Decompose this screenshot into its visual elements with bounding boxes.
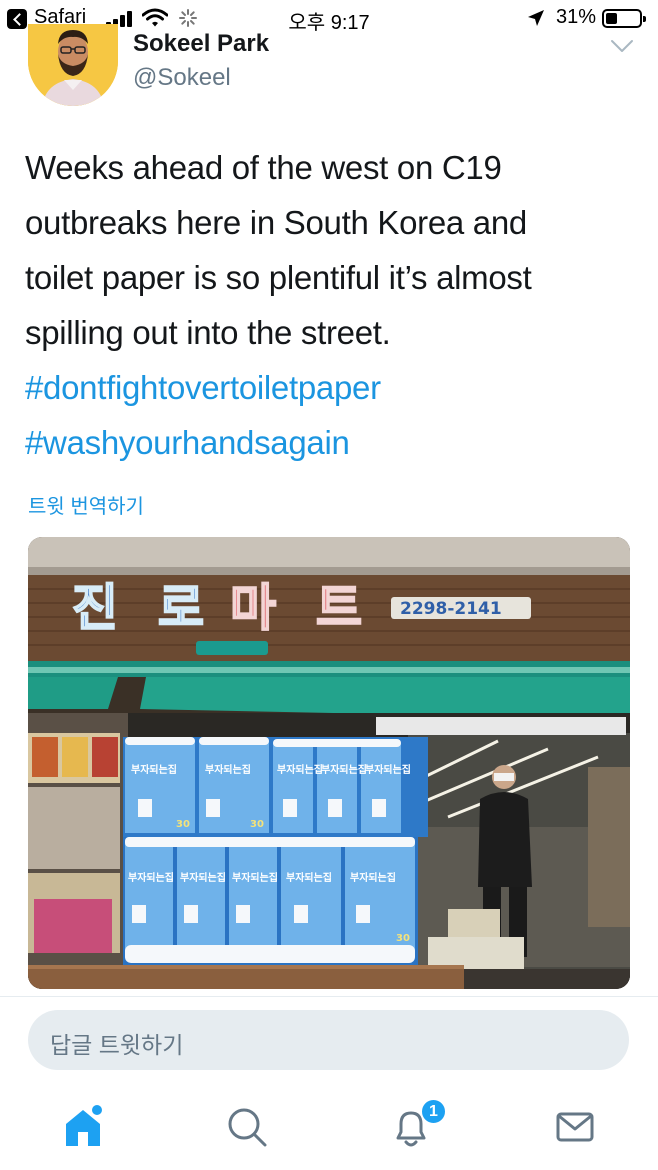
search-icon[interactable] [222,1102,272,1152]
reply-input[interactable]: 답글 트윗하기 [28,1010,629,1070]
package-brand: 부자되는집 [321,763,367,776]
package-count: 30 [396,933,410,944]
chevron-down-icon[interactable] [610,38,634,54]
package-brand: 부자되는집 [232,871,278,884]
package-count: 30 [176,819,190,830]
store-sign-letter: 진 [72,579,118,637]
location-icon [528,10,544,26]
store-sign-letter: 마 [230,579,276,637]
store-sign-letter: 로 [158,579,204,637]
package-brand: 부자되는집 [277,763,323,776]
reply-placeholder: 답글 트윗하기 [50,1032,184,1058]
toilet-paper-stack: 부자되는집 부자되는집 부자되는집 부자되는집 부자되는집 부자되는집 부자되는… [123,737,428,967]
author-handle[interactable]: @Sokeel [133,64,231,92]
notification-badge[interactable]: 1 [420,1098,447,1125]
package-brand: 부자되는집 [180,871,226,884]
tweet-photo[interactable]: 진 로 마 트 2298-2141 부자되는집 부자되는집 부자되는집 부자되는… [28,537,630,989]
store-sign-phone: 2298-2141 [400,599,502,619]
translate-tweet-link[interactable]: 트윗 번역하기 [28,490,144,519]
tweet-text-line: spilling out into the street. [25,314,391,351]
hashtag-link[interactable]: #washyourhandsagain [25,415,635,470]
bottom-nav: 1 [0,1086,658,1170]
battery-icon [602,9,646,28]
package-brand: 부자되는집 [131,763,177,776]
hashtag-link[interactable]: #dontfightovertoiletpaper [25,360,635,415]
messages-icon[interactable] [550,1102,600,1152]
store-sign-letter: 트 [316,579,362,637]
package-brand: 부자되는집 [128,871,174,884]
tweet-text-line: Weeks ahead of the west on C19 [25,149,502,186]
avatar[interactable] [28,24,118,106]
home-icon[interactable] [58,1102,108,1152]
package-brand: 부자되는집 [286,871,332,884]
author-name[interactable]: Sokeel Park [133,30,269,58]
battery-percent: 31% [556,6,597,28]
package-count: 30 [250,819,264,830]
package-brand: 부자되는집 [365,763,411,776]
package-brand: 부자되는집 [205,763,251,776]
tweet-text-line: outbreaks here in South Korea and [25,204,527,241]
tweet-text-line: toilet paper is so plentiful it’s almost [25,259,532,296]
tweet-text: Weeks ahead of the west on C19 outbreaks… [25,140,635,470]
divider [0,996,658,997]
package-brand: 부자되는집 [350,871,396,884]
